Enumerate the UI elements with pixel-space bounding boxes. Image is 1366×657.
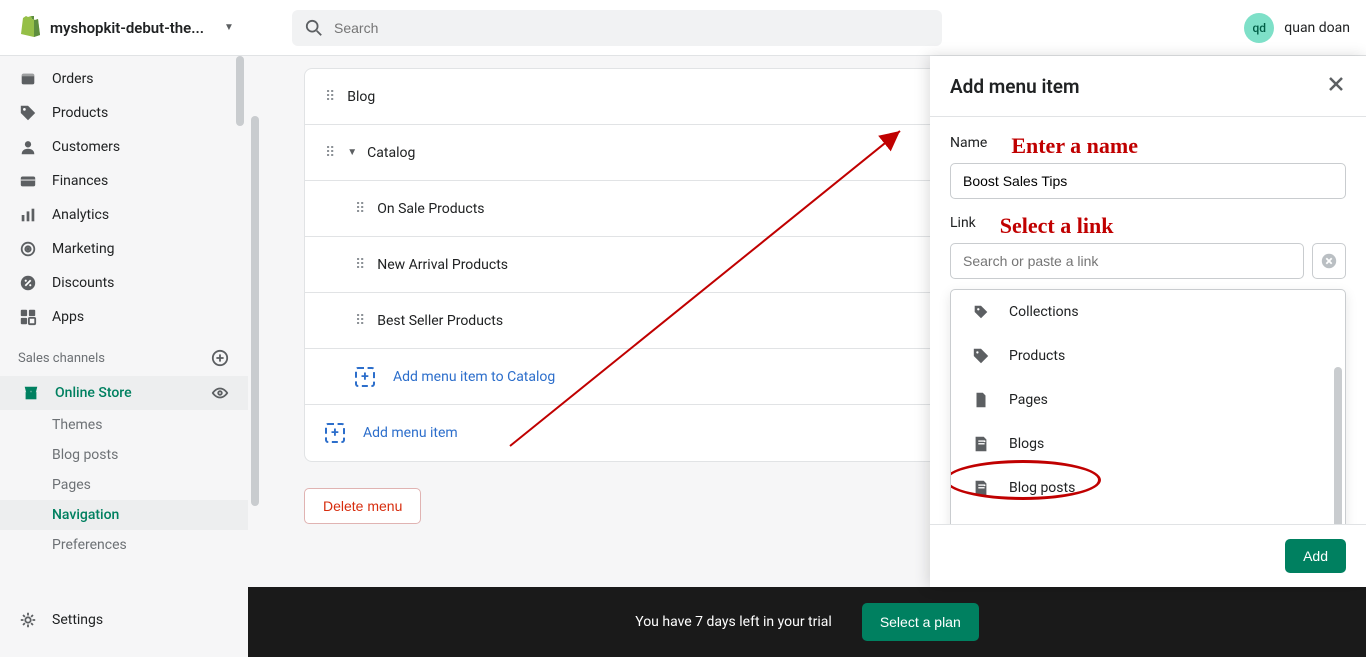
sidebar-item-label: Orders (52, 71, 94, 87)
sidebar-item-label: Products (52, 105, 108, 121)
marketing-icon (18, 239, 38, 259)
annotation-enter-name: Enter a name (1011, 133, 1138, 159)
name-input[interactable] (950, 163, 1346, 199)
shopify-logo-icon (16, 14, 40, 42)
add-button[interactable]: Add (1285, 539, 1346, 573)
sidebar-subitem-blog-posts[interactable]: Blog posts (0, 440, 248, 470)
close-icon[interactable] (1326, 74, 1346, 98)
sales-channels-label: Sales channels (18, 351, 105, 366)
orders-icon (18, 69, 38, 89)
dropdown-option-label: Blog posts (1009, 480, 1075, 496)
sidebar-item-finances[interactable]: Finances (0, 164, 248, 198)
store-name: myshopkit-debut-the... (50, 19, 210, 37)
dropdown-option-label: Pages (1009, 392, 1048, 408)
discounts-icon (18, 273, 38, 293)
sidebar-item-orders[interactable]: Orders (0, 62, 248, 96)
dropdown-option-label: Blogs (1009, 436, 1044, 452)
sidebar-subitem-pages[interactable]: Pages (0, 470, 248, 500)
link-field-label: Link (950, 215, 976, 231)
sidebar-item-online-store[interactable]: Online Store (0, 376, 248, 410)
sidebar-item-apps[interactable]: Apps (0, 300, 248, 334)
policies-icon (971, 522, 991, 524)
sidebar-item-label: Apps (52, 309, 84, 325)
sidebar-subitem-preferences[interactable]: Preferences (0, 530, 248, 560)
sidebar-subitem-themes[interactable]: Themes (0, 410, 248, 440)
pages-icon (971, 390, 991, 410)
dropdown-option-label: Products (1009, 348, 1065, 364)
link-dropdown: Collections Products Pages Blogs Blog po… (950, 289, 1346, 524)
sidebar-item-label: Marketing (52, 241, 115, 257)
sidebar-item-label: Analytics (52, 207, 109, 223)
sidebar-item-marketing[interactable]: Marketing (0, 232, 248, 266)
drag-handle-icon[interactable]: ⠿ (325, 145, 333, 161)
sidebar-item-label: Settings (52, 612, 103, 628)
clear-link-button[interactable] (1312, 243, 1346, 279)
dropdown-option-pages[interactable]: Pages (951, 378, 1345, 422)
add-channel-icon[interactable] (210, 348, 230, 368)
user-name: quan doan (1284, 20, 1350, 36)
settings-icon (18, 610, 38, 630)
sidebar-item-label: Finances (52, 173, 108, 189)
add-dashed-icon: + (325, 423, 345, 443)
apps-icon (18, 307, 38, 327)
chevron-down-icon[interactable]: ▼ (347, 147, 357, 158)
topbar: myshopkit-debut-the... ▼ qd quan doan (0, 0, 1366, 56)
dropdown-option-blog-posts[interactable]: Blog posts (951, 466, 1345, 510)
sidebar-item-label: Discounts (52, 275, 114, 291)
search-icon (304, 18, 324, 38)
customers-icon (18, 137, 38, 157)
store-switcher[interactable]: myshopkit-debut-the... ▼ (16, 14, 276, 42)
dropdown-option-policies[interactable]: Policies (951, 510, 1345, 524)
view-store-icon[interactable] (210, 383, 230, 403)
dropdown-option-label: Collections (1009, 304, 1079, 320)
drag-handle-icon[interactable]: ⠿ (325, 89, 333, 105)
sidebar-scrollbar[interactable] (232, 56, 248, 657)
name-field-label: Name (950, 135, 987, 151)
analytics-icon (18, 205, 38, 225)
drag-handle-icon[interactable]: ⠿ (355, 201, 363, 217)
search-input[interactable] (334, 20, 930, 36)
chevron-down-icon: ▼ (220, 18, 238, 37)
finances-icon (18, 171, 38, 191)
online-store-icon (21, 383, 41, 403)
annotation-select-link: Select a link (1000, 213, 1114, 239)
blog-posts-icon (971, 478, 991, 498)
collections-icon (971, 302, 991, 322)
sidebar-subitem-navigation[interactable]: Navigation (0, 500, 248, 530)
sidebar: Orders Products Customers Finances Analy… (0, 56, 248, 657)
sidebar-item-products[interactable]: Products (0, 96, 248, 130)
trial-message: You have 7 days left in your trial (635, 614, 832, 630)
blogs-icon (971, 434, 991, 454)
select-plan-button[interactable]: Select a plan (862, 603, 979, 641)
panel-title: Add menu item (950, 75, 1080, 98)
products-icon (971, 346, 991, 366)
sidebar-item-settings[interactable]: Settings (0, 603, 248, 637)
add-menu-item-panel: Add menu item Name Enter a name Link Sel… (930, 56, 1366, 587)
sidebar-item-discounts[interactable]: Discounts (0, 266, 248, 300)
link-input[interactable] (950, 243, 1304, 279)
dropdown-scrollbar[interactable] (1334, 307, 1344, 524)
user-menu[interactable]: qd quan doan (1244, 13, 1350, 43)
sidebar-item-analytics[interactable]: Analytics (0, 198, 248, 232)
main-scrollbar[interactable] (248, 56, 262, 657)
sales-channels-header: Sales channels (0, 334, 248, 376)
dropdown-option-blogs[interactable]: Blogs (951, 422, 1345, 466)
dropdown-option-collections[interactable]: Collections (951, 290, 1345, 334)
delete-menu-button[interactable]: Delete menu (304, 488, 421, 524)
search-input-wrapper[interactable] (292, 10, 942, 46)
add-menu-item-label: Add menu item (363, 425, 458, 441)
products-icon (18, 103, 38, 123)
sidebar-item-customers[interactable]: Customers (0, 130, 248, 164)
dropdown-option-products[interactable]: Products (951, 334, 1345, 378)
sidebar-item-label: Online Store (55, 385, 132, 401)
drag-handle-icon[interactable]: ⠿ (355, 257, 363, 273)
drag-handle-icon[interactable]: ⠿ (355, 313, 363, 329)
trial-bar: You have 7 days left in your trial Selec… (248, 587, 1366, 657)
sidebar-item-label: Customers (52, 139, 120, 155)
avatar: qd (1244, 13, 1274, 43)
add-menu-item-label: Add menu item to Catalog (393, 369, 555, 385)
add-dashed-icon: + (355, 367, 375, 387)
